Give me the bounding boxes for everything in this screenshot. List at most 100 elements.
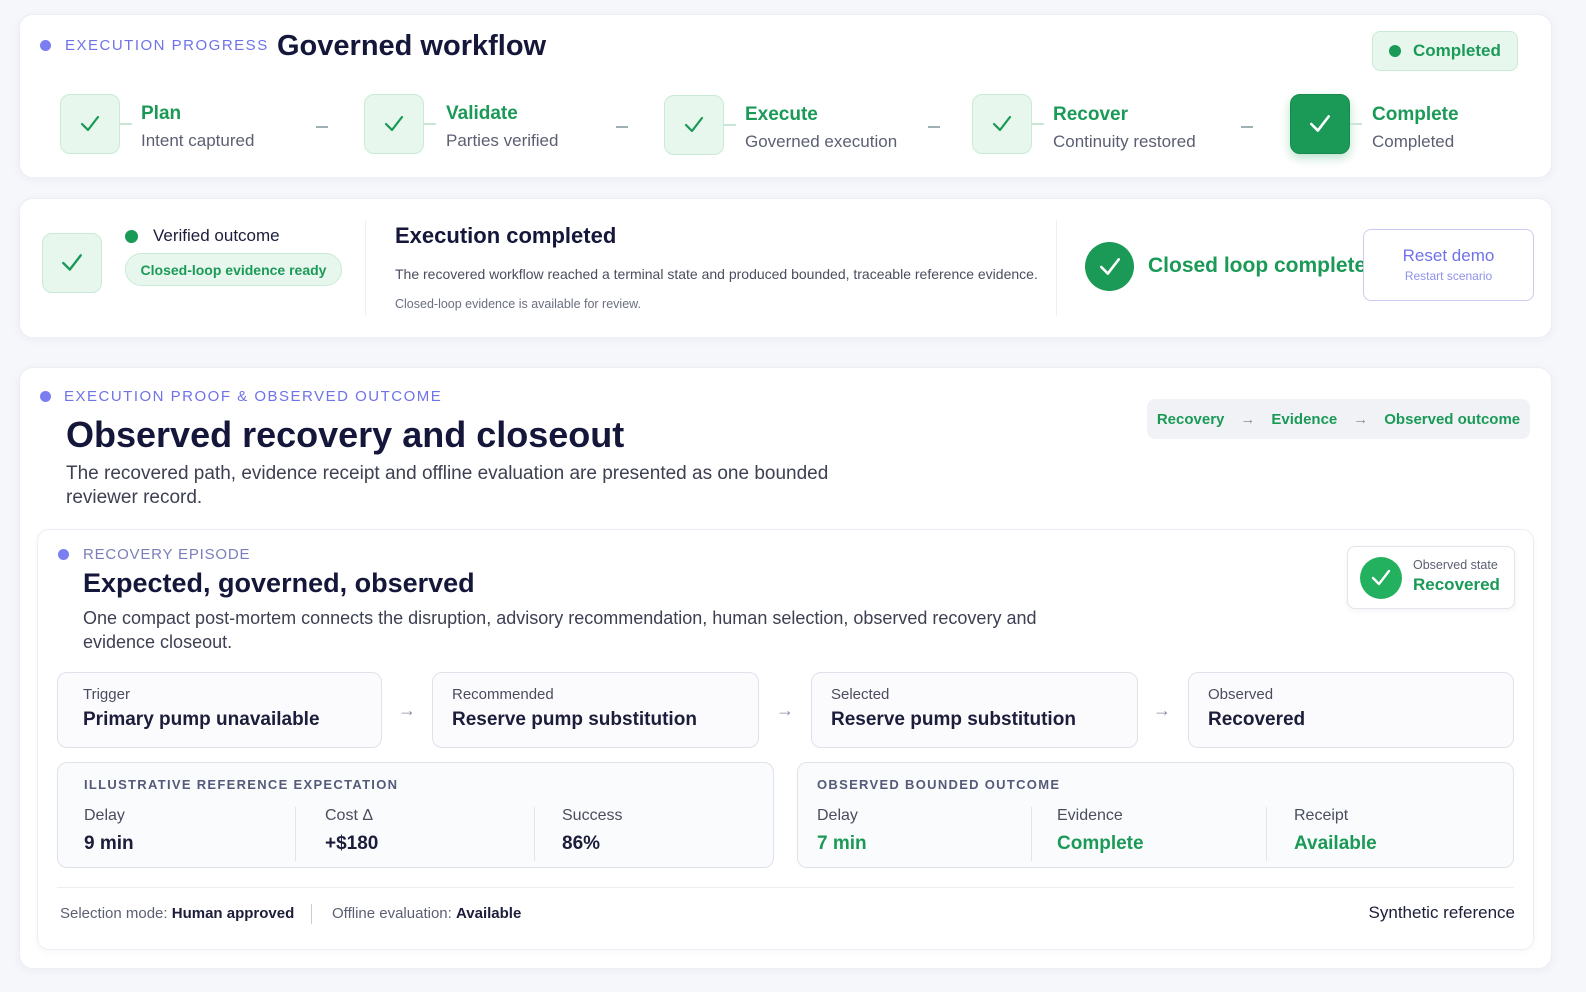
check-icon	[684, 116, 704, 133]
check-icon	[62, 254, 82, 271]
observed-state-label: Observed state	[1413, 558, 1498, 572]
flow-selected-label: Selected	[831, 686, 890, 703]
flow-selected: Selected Reserve pump substitution	[811, 672, 1138, 748]
step-connector	[424, 123, 436, 125]
expectation-delay: Delay 9 min	[84, 807, 134, 855]
verified-dot	[125, 230, 138, 243]
step-separator	[1241, 126, 1253, 128]
chain-recovery: Recovery	[1156, 410, 1225, 428]
metric-label: Delay	[817, 807, 858, 824]
step-recover-subtitle: Continuity restored	[1053, 132, 1196, 151]
step-validate-title: Validate	[446, 103, 518, 124]
proof-title: Observed recovery and closeout	[66, 414, 625, 455]
selection-mode-value: Human approved	[171, 905, 295, 922]
summary-divider	[365, 220, 366, 316]
step-complete-subtitle: Completed	[1372, 132, 1455, 151]
metric-value: Complete	[1057, 833, 1144, 854]
chain-observed-outcome: Observed outcome	[1384, 410, 1521, 428]
step-plan-title: Plan	[141, 103, 182, 124]
progress-status-dot	[40, 40, 51, 51]
observed-evidence: Evidence Complete	[1057, 807, 1144, 855]
step-separator	[928, 126, 940, 128]
step-execute-check	[664, 95, 724, 155]
metric-divider	[534, 807, 535, 861]
step-separator	[316, 126, 328, 128]
synthetic-reference-label: Synthetic reference	[1368, 903, 1515, 922]
evidence-ready-badge: Closed-loop evidence ready	[125, 253, 342, 286]
step-validate-check	[364, 94, 424, 154]
step-complete-check	[1290, 94, 1350, 154]
observed-outcome-panel: OBSERVED BOUNDED OUTCOME Delay 7 min Evi…	[797, 762, 1514, 868]
metric-divider	[295, 807, 296, 861]
flow-selected-value: Reserve pump substitution	[831, 709, 1076, 730]
episode-title: Expected, governed, observed	[83, 568, 475, 598]
expectation-cost: Cost Δ +$180	[325, 807, 378, 855]
flow-recommended-label: Recommended	[452, 686, 554, 703]
evidence-available-note: Closed-loop evidence is available for re…	[395, 297, 641, 311]
verified-outcome-label: Verified outcome	[153, 226, 280, 245]
observed-receipt: Receipt Available	[1294, 807, 1377, 855]
step-recover-title: Recover	[1053, 104, 1128, 125]
step-connector	[1350, 123, 1362, 125]
episode-eyebrow: RECOVERY EPISODE	[83, 546, 251, 563]
chain-arrow-icon: →	[1353, 410, 1369, 428]
flow-observed-label: Observed	[1208, 686, 1274, 703]
metric-value: 7 min	[817, 833, 867, 854]
step-execute-subtitle: Governed execution	[745, 132, 898, 151]
check-icon	[384, 115, 404, 132]
execution-completed-description: The recovered workflow reached a termina…	[395, 266, 1038, 282]
verified-check	[42, 233, 102, 293]
observed-state-value: Recovered	[1413, 575, 1500, 594]
observed-heading: OBSERVED BOUNDED OUTCOME	[817, 777, 1061, 792]
metric-value: 86%	[562, 833, 601, 854]
step-connector	[120, 123, 132, 125]
metric-value: +$180	[325, 833, 379, 854]
metric-label: Evidence	[1057, 807, 1123, 824]
flow-trigger: Trigger Primary pump unavailable	[57, 672, 382, 748]
flow-arrow-icon: →	[398, 700, 416, 720]
selection-mode: Selection mode: Human approved	[60, 905, 294, 922]
check-icon	[1371, 569, 1391, 586]
step-validate-subtitle: Parties verified	[446, 131, 559, 150]
metric-divider	[1266, 807, 1267, 861]
metric-divider	[1031, 807, 1032, 861]
step-recover-check	[972, 94, 1032, 154]
footer-separator	[311, 904, 312, 924]
step-complete-title: Complete	[1372, 104, 1459, 125]
completed-status-label: Completed	[1413, 41, 1501, 60]
flow-trigger-label: Trigger	[83, 686, 130, 703]
flow-observed: Observed Recovered	[1188, 672, 1514, 748]
episode-eyebrow-dot	[58, 549, 69, 560]
summary-divider	[1056, 220, 1057, 316]
completed-status-badge: Completed	[1372, 31, 1518, 71]
step-execute-title: Execute	[745, 104, 818, 125]
chain-arrow-icon: →	[1240, 410, 1256, 428]
reset-demo-button[interactable]: Reset demo Restart scenario	[1363, 229, 1534, 301]
offline-evaluation-label: Offline evaluation:	[332, 905, 452, 922]
chain-evidence: Evidence	[1271, 410, 1338, 428]
metric-label: Delay	[84, 807, 125, 824]
step-plan-subtitle: Intent captured	[141, 131, 255, 150]
selection-mode-label: Selection mode:	[60, 905, 168, 922]
observed-state-card: Observed state Recovered	[1347, 546, 1515, 609]
flow-observed-value: Recovered	[1208, 709, 1306, 730]
check-icon	[80, 115, 100, 132]
proof-eyebrow-dot	[40, 391, 51, 402]
progress-title: Governed workflow	[277, 30, 547, 62]
progress-eyebrow: EXECUTION PROGRESS	[65, 37, 269, 54]
flow-arrow-icon: →	[776, 700, 794, 720]
reference-expectation-panel: ILLUSTRATIVE REFERENCE EXPECTATION Delay…	[57, 762, 774, 868]
step-connector	[1032, 123, 1044, 125]
observed-state-icon	[1360, 557, 1402, 599]
step-connector	[724, 124, 736, 126]
metric-label: Success	[562, 807, 623, 824]
flow-recommended: Recommended Reserve pump substitution	[432, 672, 759, 748]
observed-delay: Delay 7 min	[817, 807, 867, 855]
metric-label: Cost Δ	[325, 807, 374, 824]
episode-description: One compact post-mortem connects the dis…	[83, 608, 1037, 652]
check-icon	[1099, 257, 1120, 275]
offline-evaluation: Offline evaluation: Available	[332, 905, 521, 922]
flow-trigger-value: Primary pump unavailable	[83, 709, 320, 730]
flow-arrow-icon: →	[1153, 700, 1171, 720]
proof-description: The recovered path, evidence receipt and…	[66, 463, 829, 508]
